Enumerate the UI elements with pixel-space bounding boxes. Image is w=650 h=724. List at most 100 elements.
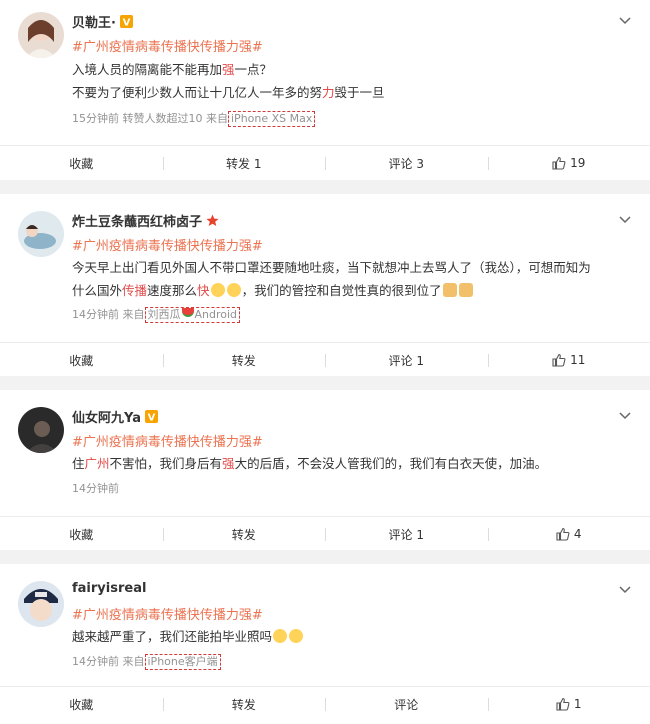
vip-badge-icon: V <box>119 15 133 32</box>
comment-card: fairyisreal #广州疫情病毒传播快传播力强# 越来越严重了，我们还能拍… <box>0 564 650 724</box>
chevron-down-icon[interactable] <box>618 409 632 423</box>
action-bar: 收藏 转发 评论 1 11 <box>0 342 650 377</box>
like-button[interactable]: 4 <box>487 517 650 551</box>
timestamp: 14分钟前 <box>72 308 119 321</box>
collect-label: 收藏 <box>69 527 94 542</box>
crying-emoji-icon <box>273 629 288 643</box>
thumbs-up-icon <box>556 697 570 711</box>
like-button[interactable]: 11 <box>487 343 650 377</box>
topic-link[interactable]: #广州疫情病毒传播快传播力强# <box>72 604 263 623</box>
repost-button[interactable]: 转发 <box>162 343 326 377</box>
source-device: 刘西瓜 Android <box>144 307 241 323</box>
like-button[interactable]: 1 <box>487 687 650 721</box>
comment-card: 仙女阿九Ya V #广州疫情病毒传播快传播力强# 住广州不害怕，我们身后有强大的后… <box>0 390 650 550</box>
text-segment: 速度那么 <box>147 283 198 298</box>
like-count: 19 <box>570 156 586 170</box>
comment-body: fairyisreal #广州疫情病毒传播快传播力强# 越来越严重了，我们还能拍… <box>0 564 650 686</box>
comment-text: 今天早上出门看见外国人不带口罩还要随地吐痰，当下就想冲上去骂人了（我怂），可想而… <box>72 256 632 302</box>
comment-line: 什么国外传播速度那么快 ，我们的管控和自觉性真的很到位了 <box>72 279 632 302</box>
comment-button[interactable]: 评论 1 <box>325 517 488 551</box>
avatar[interactable] <box>18 407 64 453</box>
username[interactable]: 贝勒王· V <box>72 12 133 32</box>
timestamp: 14分钟前 <box>72 482 119 495</box>
star-badge-icon <box>206 214 219 231</box>
comment-button[interactable]: 评论 3 <box>325 146 488 180</box>
source-text: Android <box>194 308 238 321</box>
text-segment: 什么国外 <box>72 283 123 298</box>
repost-label: 转发 1 <box>226 156 262 171</box>
comment-card: 炸土豆条蘸西红柿卤子 #广州疫情病毒传播快传播力强# 今天早上出门看见外国人不带… <box>0 194 650 376</box>
from-label: 来自 <box>206 112 228 125</box>
chevron-down-icon[interactable] <box>618 213 632 227</box>
collect-button[interactable]: 收藏 <box>0 343 163 377</box>
repost-button[interactable]: 转发 <box>162 517 326 551</box>
action-bar: 收藏 转发 1 评论 3 19 <box>0 145 650 180</box>
comment-body: 仙女阿九Ya V #广州疫情病毒传播快传播力强# 住广州不害怕，我们身后有强大的后… <box>0 390 650 516</box>
comment-line: 住广州不害怕，我们身后有强大的后盾，不会没人管我们的，我们有白衣天使，加油。 <box>72 452 632 475</box>
username-text[interactable]: 仙女阿九Ya <box>72 411 141 426</box>
repost-label: 转发 <box>231 527 256 542</box>
repost-label: 转发 <box>231 353 256 368</box>
comment-line: 不要为了便利少数人而让十几亿人一年多的努力毁于一旦 <box>72 85 385 100</box>
action-bar: 收藏 转发 评论 1 <box>0 686 650 721</box>
chevron-down-icon[interactable] <box>618 583 632 597</box>
comment-meta: 14分钟前 来自 刘西瓜 Android <box>72 306 241 323</box>
repost-button[interactable]: 转发 1 <box>162 146 326 180</box>
like-count: 4 <box>573 527 582 541</box>
username-text[interactable]: fairyisreal <box>72 581 146 596</box>
username[interactable]: fairyisreal <box>72 581 146 596</box>
username[interactable]: 仙女阿九Ya V <box>72 407 158 427</box>
comment-text: 住广州不害怕，我们身后有强大的后盾，不会没人管我们的，我们有白衣天使，加油。 <box>72 452 632 475</box>
username[interactable]: 炸土豆条蘸西红柿卤子 <box>72 211 219 231</box>
avatar[interactable] <box>18 581 64 627</box>
comment-card: 贝勒王· V #广州疫情病毒传播快传播力强# 入境人员的隔离能不能再加强一点？ 不… <box>0 0 650 180</box>
repost-note: 转赞人数超过10 <box>122 112 203 125</box>
comment-button[interactable]: 评论 1 <box>325 343 488 377</box>
collect-label: 收藏 <box>69 353 94 368</box>
repost-label: 转发 <box>231 697 256 712</box>
collect-button[interactable]: 收藏 <box>0 517 163 551</box>
username-text[interactable]: 贝勒王· <box>72 16 116 31</box>
comment-label: 评论 <box>394 697 419 712</box>
like-button[interactable]: 19 <box>487 146 650 180</box>
thumbs-up-icon <box>552 353 566 367</box>
like-count: 11 <box>570 353 586 367</box>
text-segment: 不害怕，我们身后有 <box>109 456 223 471</box>
topic-link[interactable]: #广州疫情病毒传播快传播力强# <box>72 235 263 254</box>
text-segment: 越来越严重了，我们还能拍毕业照吗 <box>72 629 273 644</box>
comment-meta: 14分钟前 <box>72 480 119 496</box>
crying-emoji-icon <box>289 629 304 643</box>
smirk-emoji-icon <box>226 283 241 297</box>
repost-button[interactable]: 转发 <box>162 687 326 721</box>
like-count: 1 <box>573 697 582 711</box>
text-segment: ，我们的管控和自觉性真的很到位了 <box>241 283 442 298</box>
text-segment: 住 <box>72 456 85 471</box>
collect-button[interactable]: 收藏 <box>0 146 163 180</box>
topic-link[interactable]: #广州疫情病毒传播快传播力强# <box>72 431 263 450</box>
comment-body: 贝勒王· V #广州疫情病毒传播快传播力强# 入境人员的隔离能不能再加强一点？ 不… <box>0 0 650 145</box>
highlight-text: 传播 <box>122 283 148 298</box>
timestamp: 15分钟前 <box>72 112 119 125</box>
topic-link[interactable]: #广州疫情病毒传播快传播力强# <box>72 36 263 55</box>
thumbs-up-emoji-icon <box>458 283 473 297</box>
vip-badge-icon: V <box>145 410 158 427</box>
comment-button[interactable]: 评论 <box>325 687 488 721</box>
collect-button[interactable]: 收藏 <box>0 687 163 721</box>
source-device: iPhone XS Max <box>228 111 316 127</box>
highlight-text: 广州 <box>84 456 110 471</box>
username-text[interactable]: 炸土豆条蘸西红柿卤子 <box>72 215 202 230</box>
comment-label: 评论 1 <box>388 353 424 368</box>
avatar[interactable] <box>18 12 64 58</box>
thumbs-up-icon <box>552 156 566 170</box>
source-device: iPhone客户端 <box>144 654 221 670</box>
text-segment: 大的后盾，不会没人管我们的，我们有白衣天使，加油。 <box>234 456 548 471</box>
comment-label: 评论 1 <box>388 527 424 542</box>
chevron-down-icon[interactable] <box>618 14 632 28</box>
vip-badge-letter: V <box>148 413 156 424</box>
crying-emoji-icon <box>210 283 225 297</box>
comment-text: 入境人员的隔离能不能再加强一点？ 不要为了便利少数人而让十几亿人一年多的努力毁于… <box>72 58 632 104</box>
comment-line: 今天早上出门看见外国人不带口罩还要随地吐痰，当下就想冲上去骂人了（我怂），可想而… <box>72 260 591 275</box>
avatar[interactable] <box>18 211 64 257</box>
highlight-text: 强 <box>222 456 235 471</box>
highlight-text: 快 <box>197 283 210 298</box>
